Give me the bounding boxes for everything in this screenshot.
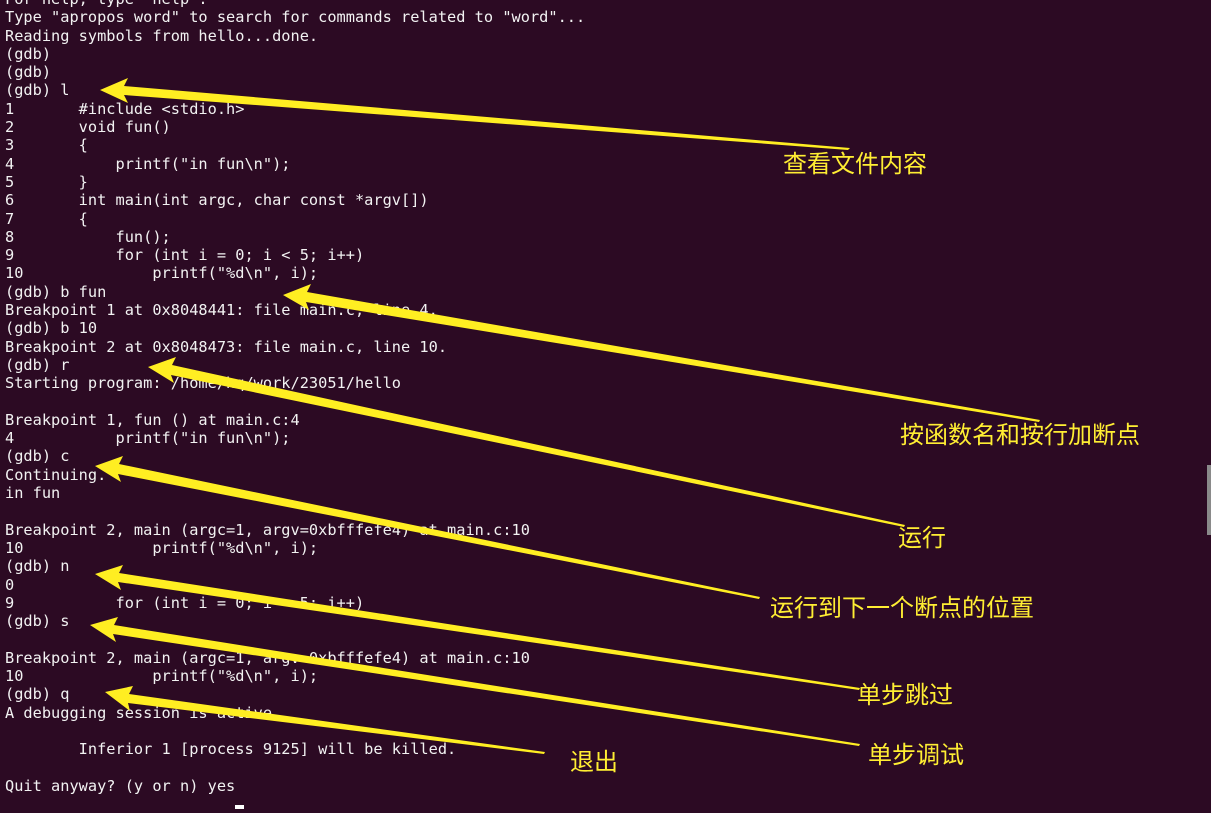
arrow-breakpoints (283, 284, 1040, 422)
arrow-step (90, 617, 860, 746)
annotation-breakpoints: 按函数名和按行加断点 (900, 421, 1140, 449)
annotation-next: 单步跳过 (857, 681, 953, 709)
annotation-step: 单步调试 (868, 741, 964, 769)
arrow-continue (95, 456, 760, 599)
annotation-run: 运行 (898, 524, 946, 552)
annotation-view-file: 查看文件内容 (783, 150, 927, 178)
text-cursor (235, 805, 245, 810)
annotation-arrows (90, 78, 1040, 754)
terminal-window[interactable]: For help, type "help".Type "apropos word… (0, 0, 1211, 810)
arrow-quit (105, 686, 545, 754)
arrow-next (95, 565, 860, 690)
arrow-view-file (100, 78, 850, 150)
annotation-continue: 运行到下一个断点的位置 (770, 594, 1034, 622)
annotation-quit: 退出 (570, 748, 618, 776)
window-edge-strip (1207, 465, 1211, 535)
